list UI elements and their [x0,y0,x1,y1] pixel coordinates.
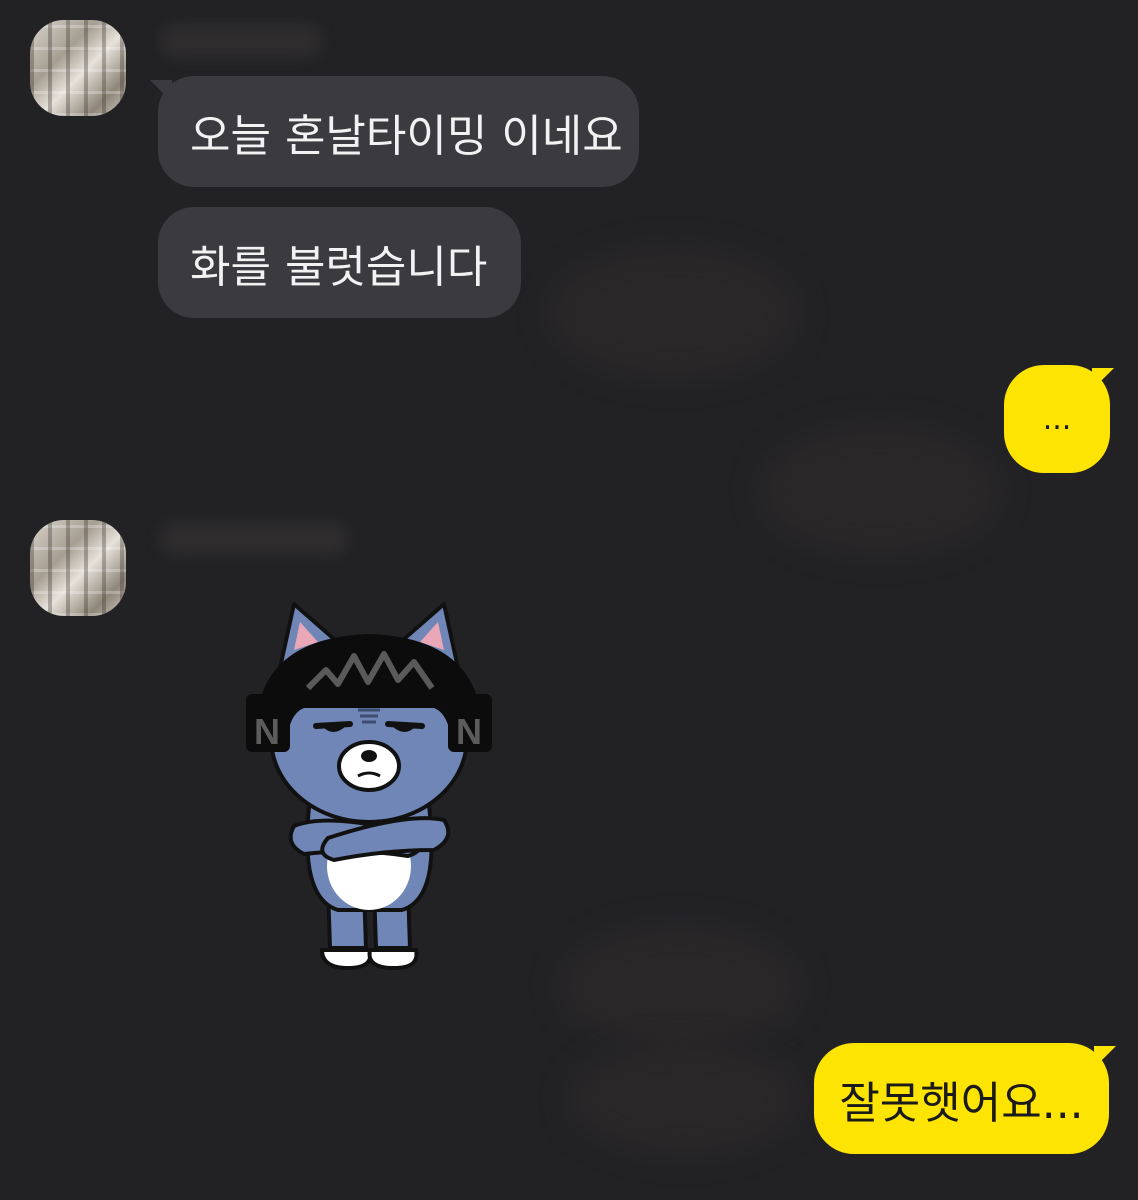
redacted-blur [548,248,798,378]
received-message[interactable]: 오늘 혼날타이밍 이네요 [158,76,639,187]
chat-room: 오늘 혼날타이밍 이네요 화를 불럿습니다 ... NN 잘못햇어요... [0,0,1138,1200]
redacted-blur [760,426,1000,554]
sent-message[interactable]: ... [1004,365,1110,473]
sender-name-redacted [160,24,322,58]
angry-cat-sticker-icon[interactable]: NN [238,598,500,978]
sticker-letter: N [254,711,280,752]
avatar[interactable] [30,20,126,116]
redacted-blur [560,926,800,1046]
redacted-blur [570,1044,800,1154]
sent-message[interactable]: 잘못햇어요... [814,1043,1109,1154]
sticker-letter: N [456,711,482,752]
avatar[interactable] [30,520,126,616]
sender-name-redacted [160,522,348,556]
received-message[interactable]: 화를 불럿습니다 [158,207,521,318]
